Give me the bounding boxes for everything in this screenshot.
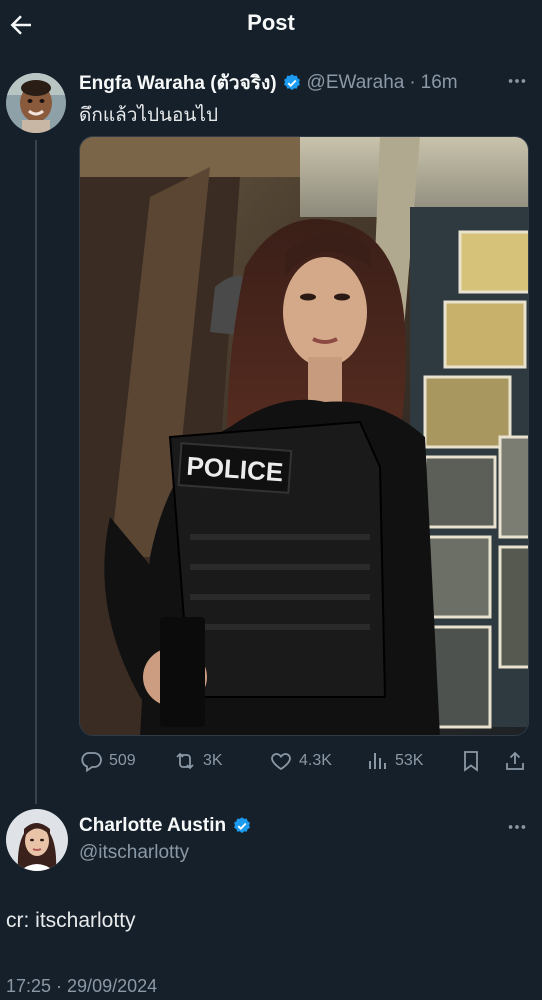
tweet-photo[interactable]: POLICE xyxy=(79,136,529,736)
like-button[interactable]: 4.3K xyxy=(269,749,332,773)
views-icon xyxy=(369,753,386,769)
reply-author-name[interactable]: Charlotte Austin xyxy=(79,815,226,837)
repost-icon xyxy=(176,752,194,770)
tweet-header: Engfa Waraha (ตัวจริง) @EWaraha · 16m xyxy=(79,70,458,96)
heart-icon xyxy=(271,753,291,771)
arrow-left-icon xyxy=(10,15,31,35)
reply-count: 509 xyxy=(109,752,136,769)
reply-author-header: Charlotte Austin xyxy=(79,815,252,837)
reply-icon xyxy=(81,752,102,773)
tweet-text: ดึกแล้วไปนอนไป xyxy=(79,105,219,126)
share-icon xyxy=(506,751,524,770)
reply-more-options-button[interactable] xyxy=(506,816,528,844)
verified-badge-icon xyxy=(283,74,300,91)
verified-badge-icon xyxy=(234,817,250,834)
views-button[interactable]: 53K xyxy=(365,749,423,773)
photo-illustration: POLICE xyxy=(80,137,528,735)
reply-author-handle[interactable]: @itscharlotty xyxy=(79,842,189,864)
bookmark-button[interactable] xyxy=(459,749,483,773)
views-count: 53K xyxy=(395,752,424,769)
top-bar: Post xyxy=(0,0,542,50)
repost-button[interactable]: 3K xyxy=(173,749,223,773)
back-button[interactable] xyxy=(6,10,36,40)
post-text: cr: itscharlotty xyxy=(6,909,136,932)
post-time-ago[interactable]: 16m xyxy=(421,72,458,94)
share-button[interactable] xyxy=(503,749,527,773)
repost-count: 3K xyxy=(203,752,223,769)
author-avatar[interactable] xyxy=(6,73,66,133)
more-horizontal-icon xyxy=(508,825,526,829)
thread-line xyxy=(35,140,37,804)
more-horizontal-icon xyxy=(508,79,526,83)
post-timestamp[interactable]: 17:25 · 29/09/2024 xyxy=(6,976,157,997)
more-options-button[interactable] xyxy=(506,70,528,98)
page-title: Post xyxy=(247,10,295,35)
reply-button[interactable]: 509 xyxy=(79,749,136,773)
author-name[interactable]: Engfa Waraha (ตัวจริง) xyxy=(79,68,277,98)
like-count: 4.3K xyxy=(299,752,332,769)
bookmark-icon xyxy=(464,751,478,772)
separator-dot: · xyxy=(409,72,416,93)
author-handle[interactable]: @EWaraha xyxy=(307,72,405,94)
reply-author-avatar[interactable] xyxy=(6,809,68,871)
